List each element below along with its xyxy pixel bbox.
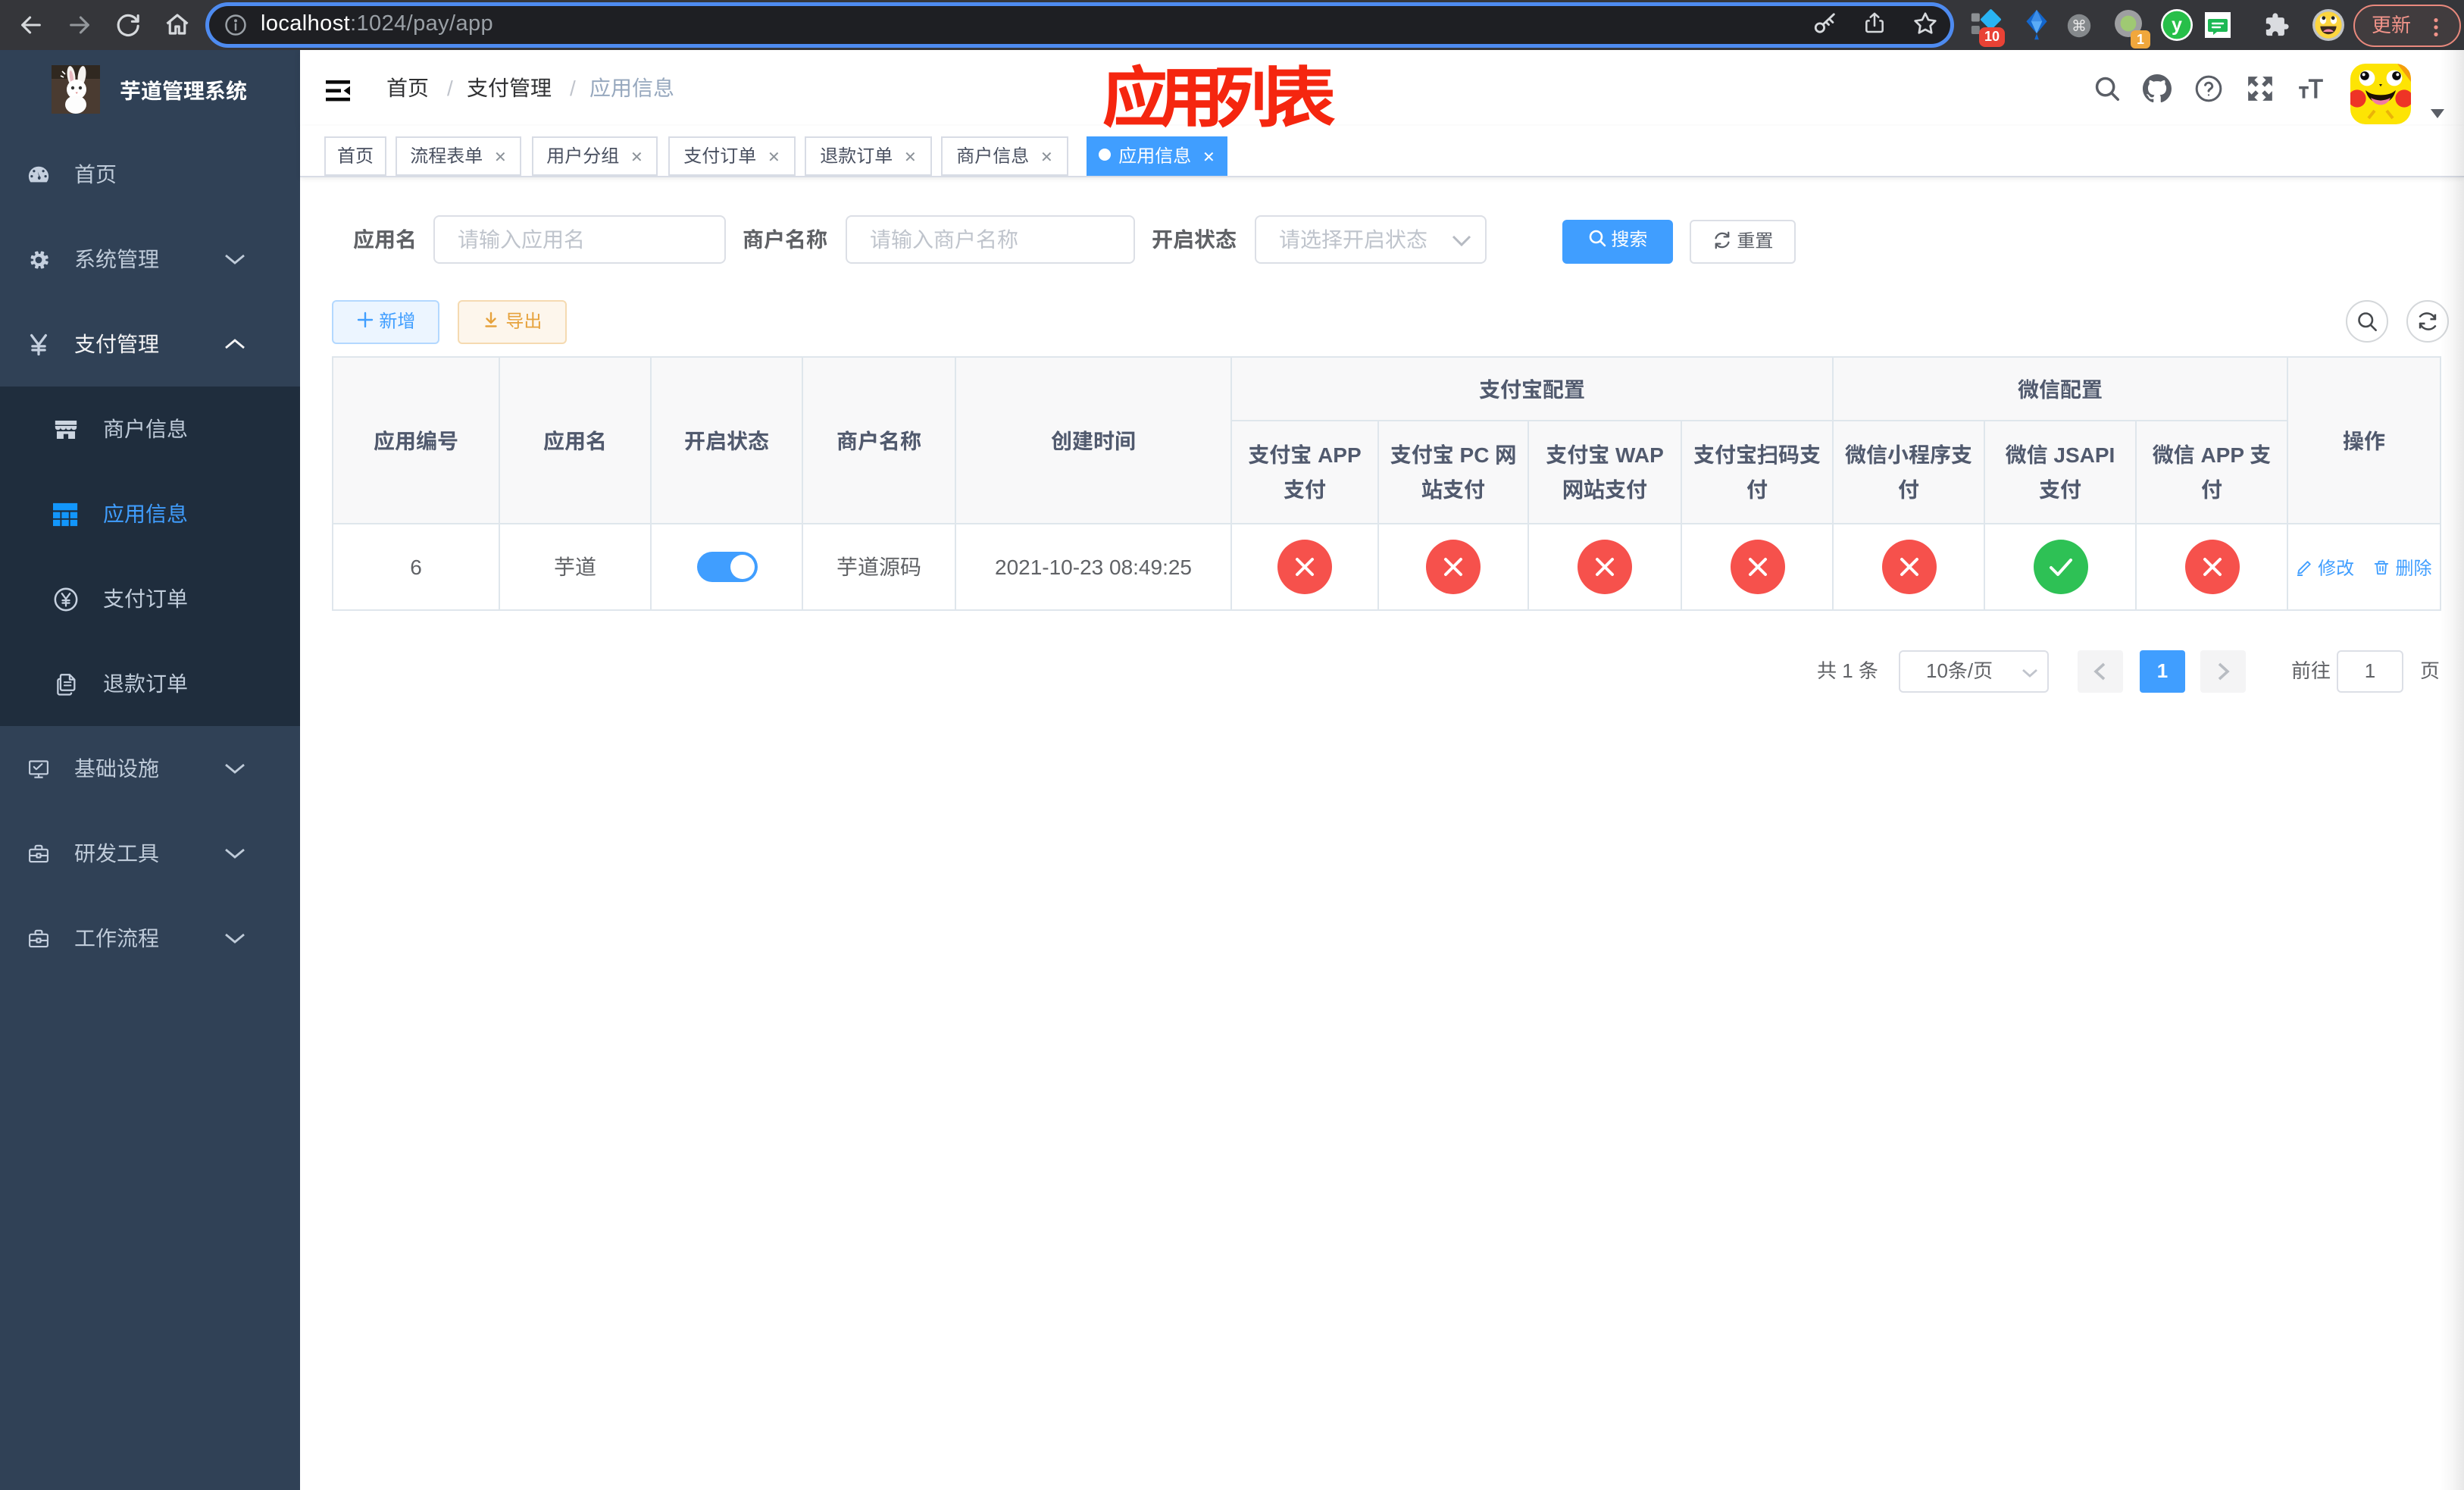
svg-text:⌘: ⌘ [2072, 18, 2087, 35]
svg-text:y: y [2172, 14, 2182, 36]
